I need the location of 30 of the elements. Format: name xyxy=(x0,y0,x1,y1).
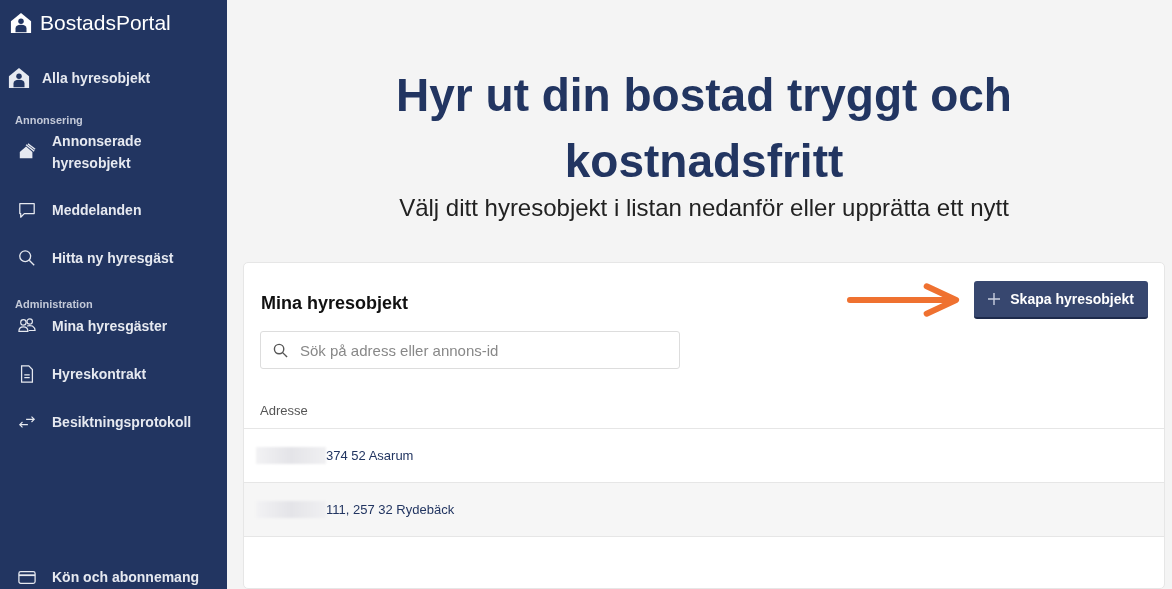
search-icon xyxy=(273,343,288,358)
card-icon xyxy=(18,568,36,586)
nav-item[interactable]: Alla hyresobjekt xyxy=(0,66,227,90)
nav-item[interactable]: Besiktningsprotokoll xyxy=(0,410,227,434)
nav-item[interactable]: Hitta ny hyresgäst xyxy=(0,246,227,270)
table-cell[interactable]: 374 52 Asarum xyxy=(326,448,414,463)
section-heading: Annonsering xyxy=(14,114,84,126)
plus-icon xyxy=(988,293,1001,305)
column-header: Adresse xyxy=(260,403,308,418)
hero-title: Hyr ut din bostad tryggt och kostnadsfritt xyxy=(395,68,1013,189)
house-person-icon xyxy=(8,67,30,89)
hero-subtitle: Välj ditt hyresobjekt i listan nedanför eller upprätta ett nytt xyxy=(398,194,1010,222)
nav-item[interactable]: Kön och abonnemang xyxy=(0,565,227,589)
brand-name: BostadsPortal xyxy=(40,11,171,35)
nav-item[interactable]: Mina hyresgäster xyxy=(0,314,227,338)
chat-icon xyxy=(18,201,36,219)
houses-icon xyxy=(18,143,36,161)
section-heading: Administration xyxy=(14,298,94,310)
nav-item[interactable]: Annonserade hyresobjekt xyxy=(0,130,227,174)
house-person-icon xyxy=(10,12,32,34)
search-icon xyxy=(18,249,36,267)
redaction-blur xyxy=(256,447,326,464)
people-icon xyxy=(18,317,36,335)
search-field[interactable]: Sök på adress eller annons-id xyxy=(260,331,680,369)
table-cell[interactable]: 111, 257 32 Rydebäck xyxy=(326,502,455,517)
document-icon xyxy=(18,365,36,383)
panel-title: Mina hyresobjekt xyxy=(261,291,410,314)
nav-item[interactable]: Hyreskontrakt xyxy=(0,362,227,386)
nav-item[interactable]: Meddelanden xyxy=(0,198,227,222)
create-button[interactable]: Skapa hyresobjekt xyxy=(974,281,1148,319)
